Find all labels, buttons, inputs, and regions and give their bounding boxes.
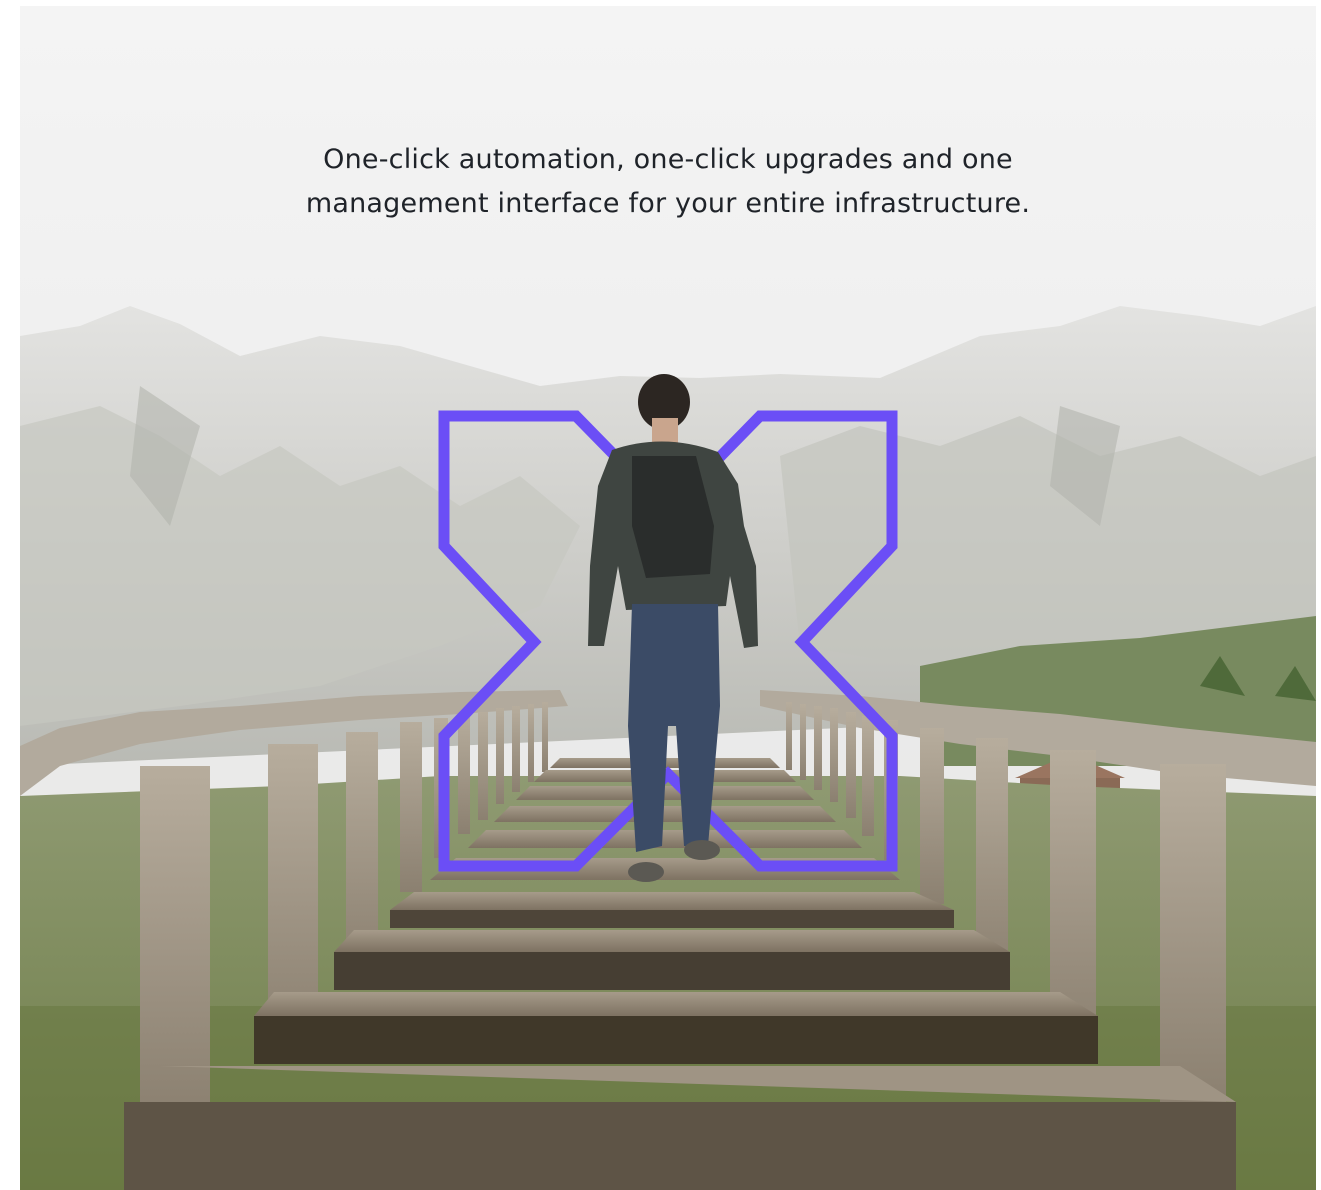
tagline-line-1: One-click automation, one-click upgrades… xyxy=(323,144,1013,175)
hero-section: One-click automation, one-click upgrades… xyxy=(20,6,1316,1190)
hero-tagline: One-click automation, one-click upgrades… xyxy=(20,138,1316,226)
tagline-line-2: management interface for your entire inf… xyxy=(305,188,1031,219)
